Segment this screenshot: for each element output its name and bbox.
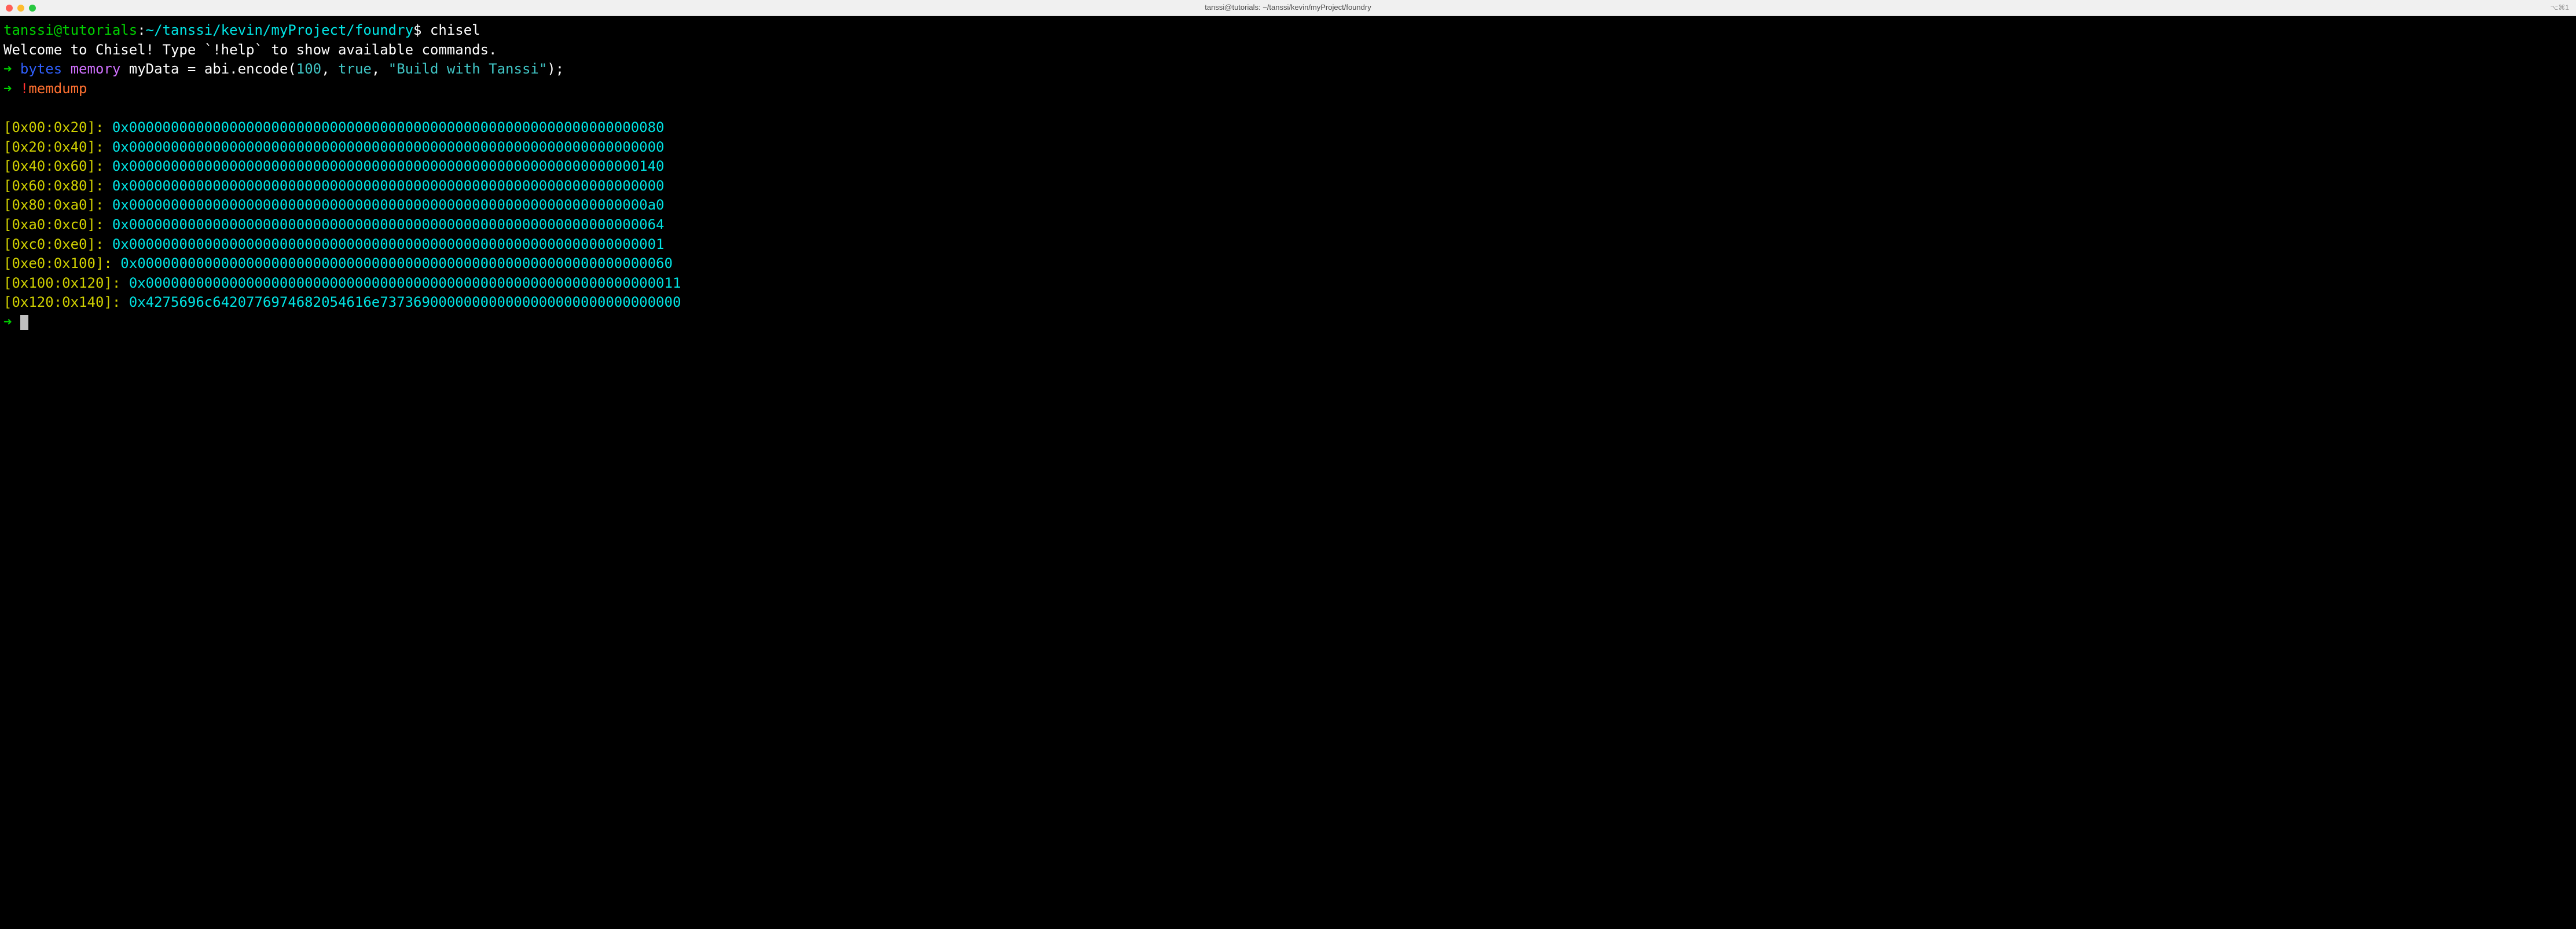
prompt-user: tanssi@tutorials: [3, 22, 137, 38]
memdump-hex: 0x4275696c6420776974682054616e7373690000…: [120, 294, 681, 310]
memdump-row: [0x20:0x40]: 0x0000000000000000000000000…: [3, 138, 2573, 157]
blank-line: [3, 98, 2573, 118]
keyword-bytes: bytes: [20, 61, 62, 77]
keyword-memory: memory: [71, 61, 121, 77]
input-line-1: ➜ bytes memory myData = abi.encode(100, …: [3, 60, 2573, 79]
memdump-row: [0x60:0x80]: 0x0000000000000000000000000…: [3, 177, 2573, 196]
input-line-2: ➜ !memdump: [3, 79, 2573, 99]
prompt-path: ~/tanssi/kevin/myProject/foundry: [146, 22, 413, 38]
welcome-line: Welcome to Chisel! Type `!help` to show …: [3, 41, 2573, 60]
memdump-range: [0xa0:0xc0]:: [3, 216, 104, 233]
memdump-row: [0x100:0x120]: 0x00000000000000000000000…: [3, 274, 2573, 293]
memdump-row: [0xa0:0xc0]: 0x0000000000000000000000000…: [3, 215, 2573, 235]
memdump-range: [0xe0:0x100]:: [3, 255, 112, 271]
memdump-row: [0x80:0xa0]: 0x0000000000000000000000000…: [3, 196, 2573, 215]
memdump-hex: 0x00000000000000000000000000000000000000…: [104, 216, 664, 233]
window-titlebar: tanssi@tutorials: ~/tanssi/kevin/myProje…: [0, 0, 2576, 16]
arrow-icon: ➜: [3, 314, 12, 330]
memdump-hex: 0x00000000000000000000000000000000000000…: [120, 275, 681, 291]
traffic-lights: [6, 5, 36, 12]
memdump-hex: 0x00000000000000000000000000000000000000…: [104, 178, 664, 194]
prompt-dollar: $: [413, 22, 421, 38]
var-name: myData: [129, 61, 179, 77]
memdump-range: [0x120:0x140]:: [3, 294, 120, 310]
bool-literal: true: [338, 61, 372, 77]
equals: =: [188, 61, 196, 77]
memdump-range: [0x100:0x120]:: [3, 275, 120, 291]
window-title: tanssi@tutorials: ~/tanssi/kevin/myProje…: [1205, 2, 1371, 13]
memdump-hex: 0x00000000000000000000000000000000000000…: [104, 139, 664, 155]
comma: ,: [321, 61, 329, 77]
arrow-icon: ➜: [3, 80, 12, 97]
close-paren: );: [547, 61, 564, 77]
close-button[interactable]: [6, 5, 13, 12]
memdump-range: [0x40:0x60]:: [3, 158, 104, 174]
number-literal: 100: [296, 61, 321, 77]
memdump-hex: 0x00000000000000000000000000000000000000…: [104, 197, 664, 213]
terminal-content[interactable]: tanssi@tutorials:~/tanssi/kevin/myProjec…: [0, 16, 2576, 337]
memdump-hex: 0x00000000000000000000000000000000000000…: [104, 158, 664, 174]
memdump-range: [0x00:0x20]:: [3, 119, 104, 135]
memdump-range: [0x60:0x80]:: [3, 178, 104, 194]
memdump-row: [0xe0:0x100]: 0x000000000000000000000000…: [3, 254, 2573, 274]
memdump-row: [0xc0:0xe0]: 0x0000000000000000000000000…: [3, 235, 2573, 255]
memdump-hex: 0x00000000000000000000000000000000000000…: [112, 255, 673, 271]
arrow-icon: ➜: [3, 61, 12, 77]
memdump-range: [0xc0:0xe0]:: [3, 236, 104, 252]
string-literal: "Build with Tanssi": [388, 61, 548, 77]
final-prompt: ➜: [3, 313, 2573, 332]
prompt-line: tanssi@tutorials:~/tanssi/kevin/myProjec…: [3, 21, 2573, 41]
memdump-cmd: memdump: [28, 80, 87, 97]
memdump-range: [0x80:0xa0]:: [3, 197, 104, 213]
prompt-colon: :: [137, 22, 145, 38]
memdump-hex: 0x00000000000000000000000000000000000000…: [104, 236, 664, 252]
command-text: chisel: [430, 22, 480, 38]
comma: ,: [372, 61, 380, 77]
memdump-row: [0x40:0x60]: 0x0000000000000000000000000…: [3, 157, 2573, 177]
window-shortcut: ⌥⌘1: [2550, 3, 2569, 13]
minimize-button[interactable]: [17, 5, 24, 12]
memdump-hex: 0x00000000000000000000000000000000000000…: [104, 119, 664, 135]
memdump-range: [0x20:0x40]:: [3, 139, 104, 155]
memdump-row: [0x120:0x140]: 0x4275696c642077697468205…: [3, 293, 2573, 313]
bang-icon: !: [20, 80, 28, 97]
cursor: [20, 315, 28, 330]
memdump-row: [0x00:0x20]: 0x0000000000000000000000000…: [3, 118, 2573, 138]
maximize-button[interactable]: [29, 5, 36, 12]
fn-call: abi.encode(: [204, 61, 296, 77]
